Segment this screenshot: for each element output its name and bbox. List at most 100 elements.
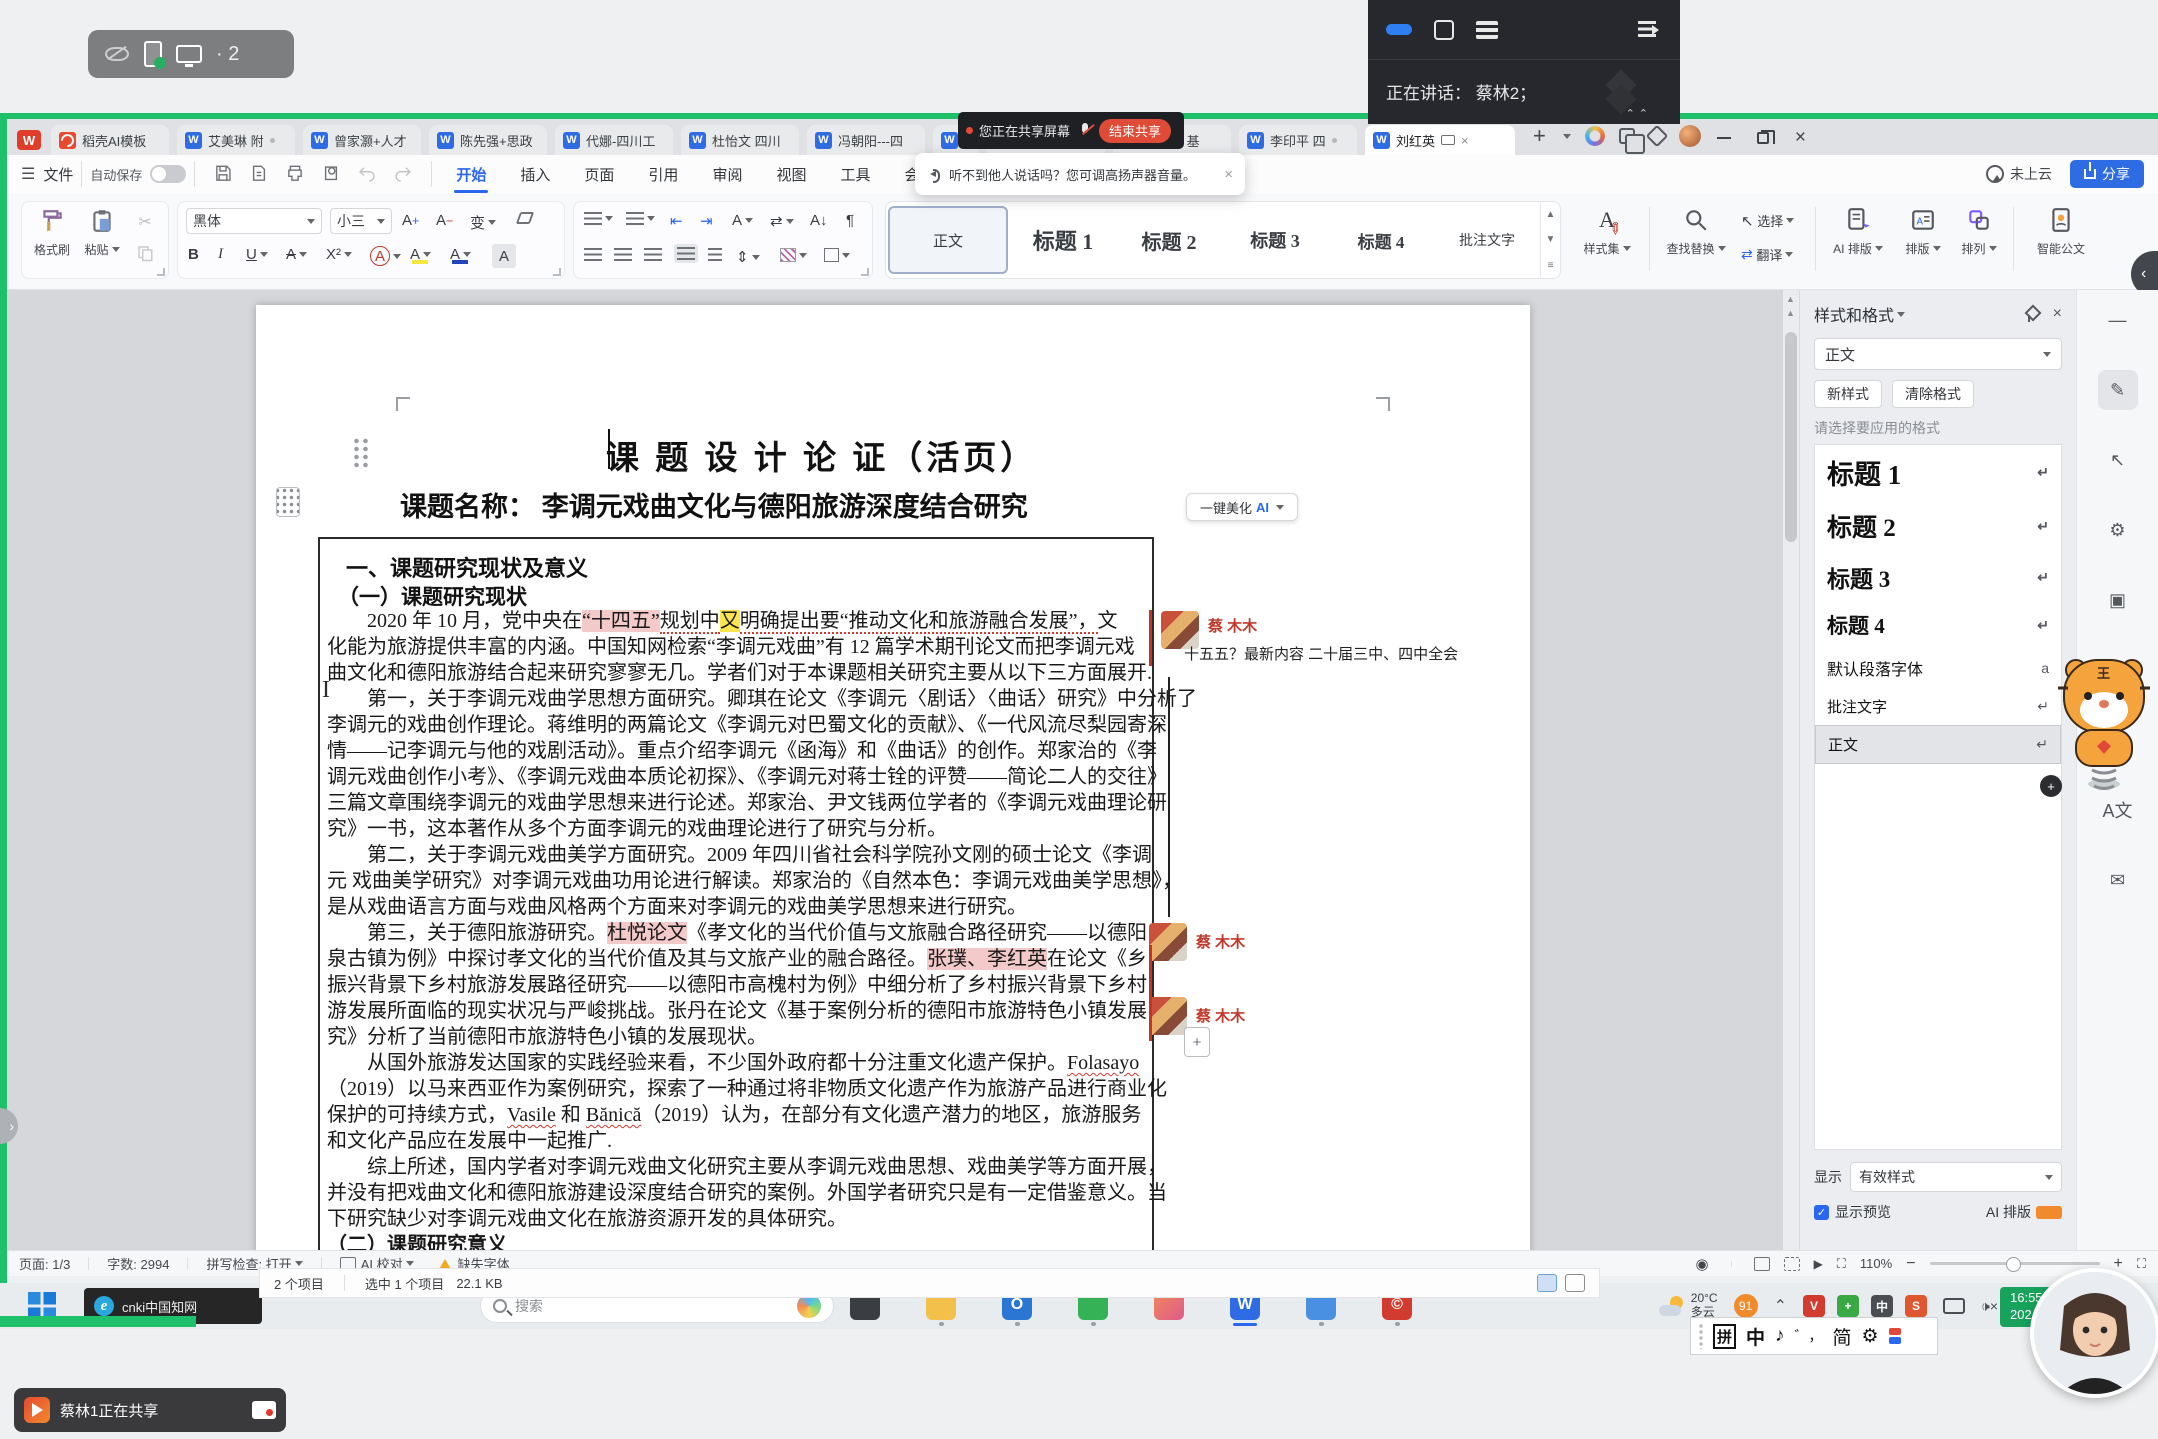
add-comment-button[interactable]: + bbox=[1184, 1027, 1210, 1057]
find-replace-button[interactable]: 查找替换 bbox=[1657, 207, 1735, 257]
shading-button[interactable] bbox=[780, 248, 807, 262]
style-item-标题 2[interactable]: 标题 2↵ bbox=[1815, 500, 2061, 552]
weather-widget[interactable]: 20°C多云 bbox=[1659, 1292, 1718, 1320]
numbering-button[interactable] bbox=[626, 212, 655, 225]
zoom-value[interactable]: 110% bbox=[1860, 1256, 1892, 1271]
grow-font-button[interactable]: A+ bbox=[402, 212, 419, 229]
ime-voice-icon[interactable]: ♪ bbox=[1775, 1325, 1785, 1347]
align-left-icon[interactable] bbox=[584, 248, 602, 261]
list-view-icon[interactable] bbox=[1537, 1274, 1557, 1292]
strikethrough-button[interactable]: A bbox=[286, 246, 307, 263]
mic-muted-icon[interactable] bbox=[1078, 122, 1091, 140]
scroll-up-icon[interactable]: ▲ bbox=[1786, 294, 1795, 304]
text-scale-button[interactable]: A bbox=[732, 212, 753, 229]
document-tab[interactable]: W刘红英× bbox=[1365, 125, 1515, 155]
paste-button[interactable]: 粘贴 bbox=[80, 208, 124, 258]
theme-ring-icon[interactable] bbox=[1585, 126, 1605, 146]
distribute-icon[interactable] bbox=[708, 248, 722, 261]
gallery-scroll[interactable]: ▲▼≡ bbox=[1540, 202, 1560, 278]
document-tab[interactable]: W代娜-四川工 bbox=[555, 125, 673, 155]
underline-button[interactable]: U bbox=[246, 246, 268, 263]
tab-list-caret[interactable] bbox=[1563, 134, 1571, 143]
play-view-icon[interactable]: ▶ bbox=[1814, 1257, 1823, 1271]
document-tab[interactable]: W杜怡文 四川 bbox=[681, 125, 799, 155]
phonetic-guide-button[interactable]: 变 bbox=[470, 212, 496, 233]
new-style-button[interactable]: 新样式 bbox=[1814, 380, 1882, 408]
increase-indent-icon[interactable]: ⇥ bbox=[700, 212, 713, 230]
style-cell-标题 2[interactable]: 标题 2 bbox=[1118, 206, 1220, 274]
cut-icon[interactable]: ✂ bbox=[130, 212, 160, 232]
italic-button[interactable]: I bbox=[218, 246, 223, 263]
zoom-out-icon[interactable]: − bbox=[1906, 1255, 1915, 1273]
style-cell-标题 4[interactable]: 标题 4 bbox=[1330, 206, 1432, 274]
meeting-memberlist-icon[interactable] bbox=[1476, 21, 1498, 39]
font-size-select[interactable]: 小三 bbox=[330, 208, 392, 234]
smart-doc-button[interactable]: 智能公文 bbox=[2021, 207, 2101, 257]
clear-format-button[interactable] bbox=[518, 212, 532, 224]
style-item-默认段落字体[interactable]: 默认段落字体a bbox=[1815, 648, 2061, 688]
document-tab[interactable]: W曾家灏+人才 bbox=[303, 125, 421, 155]
menu-审阅[interactable]: 审阅 bbox=[710, 158, 744, 191]
justify-icon[interactable] bbox=[674, 244, 698, 263]
ai-layout-button[interactable]: AI 排版 bbox=[1825, 207, 1891, 257]
output-icon[interactable] bbox=[249, 164, 269, 184]
save-icon[interactable] bbox=[213, 164, 233, 184]
style-filter-select[interactable]: 有效样式 bbox=[1850, 1162, 2062, 1192]
menu-引用[interactable]: 引用 bbox=[646, 158, 680, 191]
decrease-indent-icon[interactable]: ⇤ bbox=[670, 212, 683, 230]
menu-视图[interactable]: 视图 bbox=[774, 158, 808, 191]
window-minimize-button[interactable] bbox=[1717, 137, 1731, 139]
pin-icon[interactable] bbox=[2021, 306, 2037, 322]
settings-sliders-icon[interactable]: ⚙ bbox=[2098, 510, 2138, 550]
tab-close-icon[interactable]: × bbox=[1461, 133, 1469, 148]
ime-toolbar[interactable]: 拼 中 ♪ ゛， 简 ⚙ bbox=[1690, 1317, 1938, 1355]
comment-avatar[interactable] bbox=[1149, 997, 1187, 1035]
zoom-in-icon[interactable]: + bbox=[2114, 1255, 2123, 1273]
shrink-font-button[interactable]: A− bbox=[436, 212, 453, 229]
ime-pinyin-icon[interactable]: 拼 bbox=[1713, 1324, 1736, 1349]
redo-icon[interactable] bbox=[393, 164, 413, 184]
style-item-标题 4[interactable]: 标题 4↵ bbox=[1815, 602, 2061, 648]
style-set-button[interactable]: A✎ 样式集 bbox=[1573, 207, 1641, 257]
hamburger-icon[interactable]: ☰ bbox=[21, 164, 35, 184]
fullwidth-view-icon[interactable]: ⛶ bbox=[1837, 1256, 1846, 1272]
document-tab[interactable]: 稻壳AI模板 bbox=[51, 125, 169, 155]
menu-插入[interactable]: 插入 bbox=[518, 158, 552, 191]
drag-handle-icon[interactable] bbox=[352, 437, 370, 471]
select-cursor-icon[interactable]: ↖ bbox=[2098, 440, 2138, 480]
menu-工具[interactable]: 工具 bbox=[838, 158, 872, 191]
wps-home-tab[interactable]: W bbox=[7, 125, 51, 155]
tray-wps-icon[interactable]: V bbox=[1803, 1295, 1825, 1317]
style-cell-标题 3[interactable]: 标题 3 bbox=[1224, 206, 1326, 274]
panel-close-icon[interactable]: × bbox=[2053, 305, 2062, 323]
document-tab[interactable]: W陈先强+思政 bbox=[429, 125, 547, 155]
audio-tip-close[interactable]: × bbox=[1224, 166, 1233, 183]
show-marks-icon[interactable]: ¶ bbox=[846, 212, 854, 229]
presenter-sharing-pill[interactable]: 蔡林1正在共享 bbox=[14, 1388, 286, 1432]
collapse-icon[interactable]: — bbox=[2098, 300, 2138, 340]
tray-expand-icon[interactable]: ⌃ bbox=[1774, 1296, 1787, 1316]
window-close-button[interactable]: × bbox=[1795, 128, 1806, 147]
meeting-minimize-icon[interactable] bbox=[1386, 24, 1412, 35]
gallery-scroll-icon[interactable]: ▲ bbox=[1546, 209, 1556, 220]
display-tray-icon[interactable] bbox=[1943, 1298, 1965, 1314]
format-painter-button[interactable]: 格式刷 bbox=[28, 208, 76, 258]
direction-button[interactable]: ⇄ bbox=[770, 212, 794, 230]
preview-checkbox[interactable]: ✓ bbox=[1814, 1205, 1829, 1220]
clear-format-button[interactable]: 清除格式 bbox=[1892, 380, 1974, 408]
panel-ai-layout[interactable]: AI 排版 bbox=[1986, 1202, 2031, 1222]
document-tab[interactable]: W冯朝阳---四 bbox=[807, 125, 925, 155]
highlight-color-button[interactable]: A bbox=[410, 246, 431, 263]
one-click-beautify-button[interactable]: 一键美化AI bbox=[1186, 493, 1298, 521]
ime-simplified-icon[interactable]: 简 bbox=[1833, 1323, 1852, 1350]
font-name-select[interactable]: 黑体 bbox=[186, 208, 322, 234]
outline-view-icon[interactable] bbox=[1784, 1257, 1800, 1271]
gallery-scroll-icon[interactable]: ▼ bbox=[1546, 234, 1556, 245]
menu-开始[interactable]: 开始 bbox=[454, 158, 488, 191]
stamp-icon[interactable]: ▣ bbox=[2098, 580, 2138, 620]
fit-page-icon[interactable]: ⛶ bbox=[2137, 1256, 2146, 1272]
window-restore-button[interactable] bbox=[1757, 132, 1769, 144]
undo-icon[interactable] bbox=[357, 164, 377, 184]
sort-icon[interactable]: A↓ bbox=[810, 212, 828, 229]
table-handle-icon[interactable] bbox=[276, 487, 300, 517]
